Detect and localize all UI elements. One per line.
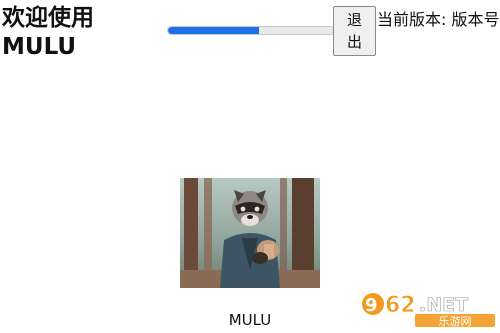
app-caption: MULU [228, 311, 272, 329]
exit-button[interactable]: 退出 [333, 6, 376, 56]
watermark-logo: 9 62 .NET 乐游网 [361, 285, 496, 328]
svg-text:.NET: .NET [419, 294, 468, 316]
raccoon-image [180, 178, 320, 288]
svg-text:乐游网: 乐游网 [439, 315, 472, 327]
svg-text:9: 9 [365, 295, 378, 316]
svg-text:62: 62 [385, 293, 416, 318]
progress-bar [167, 26, 335, 35]
progress-bar-fill [168, 27, 260, 34]
welcome-title: 欢迎使用MULU [2, 5, 94, 60]
version-text: 当前版本: 版本号 [377, 10, 500, 29]
app-page: 欢迎使用MULU 退出 当前版本: 版本号 MULU 9 62 .NET 乐游网 [0, 0, 500, 333]
